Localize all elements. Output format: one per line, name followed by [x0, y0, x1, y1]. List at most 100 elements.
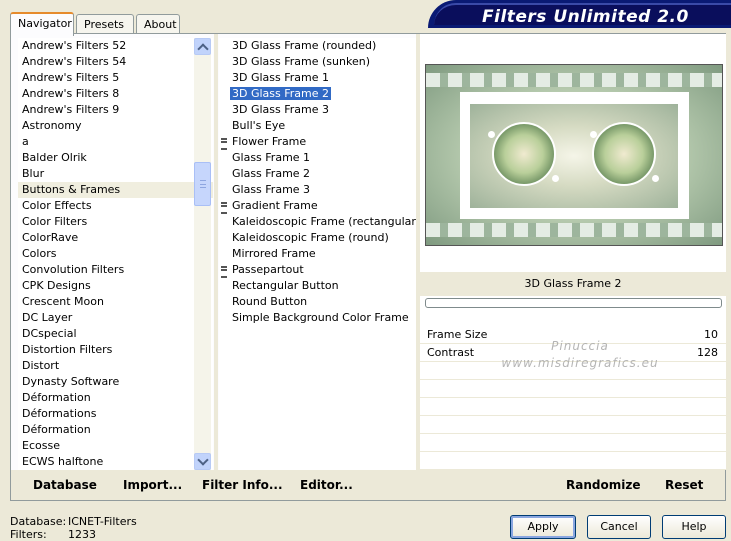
category-item[interactable]: Andrew's Filters 5	[18, 70, 213, 86]
filter-item-label: Passepartout	[232, 263, 304, 276]
category-item[interactable]: Color Filters	[18, 214, 213, 230]
glass-highlight	[590, 131, 597, 138]
filter-item-label: Gradient Frame	[232, 199, 318, 212]
category-item[interactable]: Buttons & Frames	[18, 182, 213, 198]
divider	[214, 34, 218, 470]
editor-button[interactable]: Editor...	[300, 478, 353, 492]
category-item[interactable]: ECWS halftone	[18, 454, 213, 470]
category-item[interactable]: Crescent Moon	[18, 294, 213, 310]
category-item[interactable]: Balder Olrik	[18, 150, 213, 166]
filters-count-value: 1233	[68, 528, 96, 541]
filter-info-button[interactable]: Filter Info...	[202, 478, 283, 492]
tab-presets[interactable]: Presets	[76, 14, 134, 34]
category-item[interactable]: Astronomy	[18, 118, 213, 134]
database-info: Database: ICNET-Filters Filters: 1233	[10, 515, 137, 541]
filter-item-label: Mirrored Frame	[232, 247, 316, 260]
param-row-empty	[420, 380, 726, 398]
param-row-empty	[420, 452, 726, 470]
reset-button[interactable]: Reset	[665, 478, 703, 492]
param-row-empty	[420, 434, 726, 452]
watermark-line: Pinuccia	[551, 339, 609, 353]
preview-stripe	[426, 73, 722, 87]
category-item[interactable]: Distortion Filters	[18, 342, 213, 358]
category-item[interactable]: DCspecial	[18, 326, 213, 342]
category-item[interactable]: ColorRave	[18, 230, 213, 246]
param-value[interactable]: 128	[697, 344, 718, 361]
category-item[interactable]: Color Effects	[18, 198, 213, 214]
filter-group-item[interactable]: Passepartout	[219, 262, 416, 278]
category-item[interactable]: DC Layer	[18, 310, 213, 326]
tab-navigator[interactable]: Navigator	[10, 12, 74, 36]
filter-item[interactable]: Rectangular Button	[219, 278, 416, 294]
param-row-empty	[420, 398, 726, 416]
navigator-panel: Andrew's Filters 52 Andrew's Filters 54 An…	[10, 33, 726, 501]
filter-item-label: Bull's Eye	[232, 119, 286, 132]
category-list[interactable]: Andrew's Filters 52 Andrew's Filters 54 An…	[18, 38, 213, 470]
progress-bar	[425, 298, 722, 308]
category-item[interactable]: Ecosse	[18, 438, 213, 454]
filter-item-label: 3D Glass Frame 3	[232, 103, 330, 116]
filter-item[interactable]: 3D Glass Frame 2	[219, 86, 416, 102]
filter-item[interactable]: Kaleidoscopic Frame (rectangular)	[219, 214, 420, 230]
filter-group-item[interactable]: Gradient Frame	[219, 198, 416, 214]
filter-item[interactable]: 3D Glass Frame (rounded)	[219, 38, 416, 54]
param-value[interactable]: 10	[704, 326, 718, 343]
filter-item[interactable]: 3D Glass Frame (sunken)	[219, 54, 416, 70]
filter-item[interactable]: Kaleidoscopic Frame (round)	[219, 230, 416, 246]
category-scrollbar[interactable]	[194, 38, 211, 470]
filter-item[interactable]: Simple Background Color Frame	[219, 310, 416, 326]
scroll-down-button[interactable]	[194, 453, 211, 470]
filter-item[interactable]: Glass Frame 2	[219, 166, 416, 182]
filter-item-label: Glass Frame 3	[232, 183, 311, 196]
filter-item-label: 3D Glass Frame 1	[232, 71, 330, 84]
category-item[interactable]: CPK Designs	[18, 278, 213, 294]
category-item[interactable]: Blur	[18, 166, 213, 182]
category-item[interactable]: Andrew's Filters 9	[18, 102, 213, 118]
preview-image[interactable]	[425, 64, 723, 246]
apply-button[interactable]: Apply	[510, 515, 576, 539]
cancel-button[interactable]: Cancel	[587, 515, 651, 539]
preview-stripe	[426, 223, 722, 237]
help-button[interactable]: Help	[662, 515, 726, 539]
filter-item[interactable]: Mirrored Frame	[219, 246, 416, 262]
filter-item[interactable]: 3D Glass Frame 1	[219, 70, 416, 86]
grip-icon	[200, 180, 206, 188]
category-item[interactable]: Déformations	[18, 406, 213, 422]
param-row-empty	[420, 416, 726, 434]
filter-list[interactable]: 3D Glass Frame (rounded) 3D Glass Frame (…	[219, 38, 420, 470]
import-button[interactable]: Import...	[123, 478, 182, 492]
scroll-thumb[interactable]	[194, 162, 211, 206]
category-item[interactable]: Andrew's Filters 8	[18, 86, 213, 102]
title-banner: Filters Unlimited 2.0	[428, 0, 731, 28]
category-item[interactable]: Colors	[18, 246, 213, 262]
glass-highlight	[488, 131, 495, 138]
filter-item[interactable]: Bull's Eye	[219, 118, 416, 134]
filter-item[interactable]: Round Button	[219, 294, 416, 310]
category-item[interactable]: Andrew's Filters 54	[18, 54, 213, 70]
glass-circle	[492, 122, 556, 186]
watermark-line: www.misdiregrafics.eu	[501, 356, 659, 370]
filter-item-label: Glass Frame 2	[232, 167, 311, 180]
filter-item-label: 3D Glass Frame (rounded)	[232, 39, 377, 52]
app-title: Filters Unlimited 2.0	[482, 7, 689, 27]
category-item[interactable]: a	[18, 134, 213, 150]
filter-item[interactable]: 3D Glass Frame 3	[219, 102, 416, 118]
randomize-button[interactable]: Randomize	[566, 478, 640, 492]
category-item[interactable]: Dynasty Software	[18, 374, 213, 390]
filter-item[interactable]: Glass Frame 3	[219, 182, 416, 198]
category-item[interactable]: Distort	[18, 358, 213, 374]
category-item[interactable]: Déformation	[18, 422, 213, 438]
category-item[interactable]: Convolution Filters	[18, 262, 213, 278]
filter-group-item[interactable]: Flower Frame	[219, 134, 416, 150]
category-item[interactable]: Déformation	[18, 390, 213, 406]
glass-highlight	[552, 175, 559, 182]
preview-area: 3D Glass Frame 2 Frame Size 10 Contrast …	[420, 34, 726, 470]
scroll-up-button[interactable]	[194, 38, 211, 55]
filter-item-label: Kaleidoscopic Frame (round)	[232, 231, 389, 244]
tab-about[interactable]: About	[136, 14, 180, 34]
database-button[interactable]: Database	[33, 478, 97, 492]
filter-item-label: Kaleidoscopic Frame (rectangular)	[232, 215, 421, 228]
database-value: ICNET-Filters	[68, 515, 137, 528]
filter-item[interactable]: Glass Frame 1	[219, 150, 416, 166]
category-item[interactable]: Andrew's Filters 52	[18, 38, 213, 54]
